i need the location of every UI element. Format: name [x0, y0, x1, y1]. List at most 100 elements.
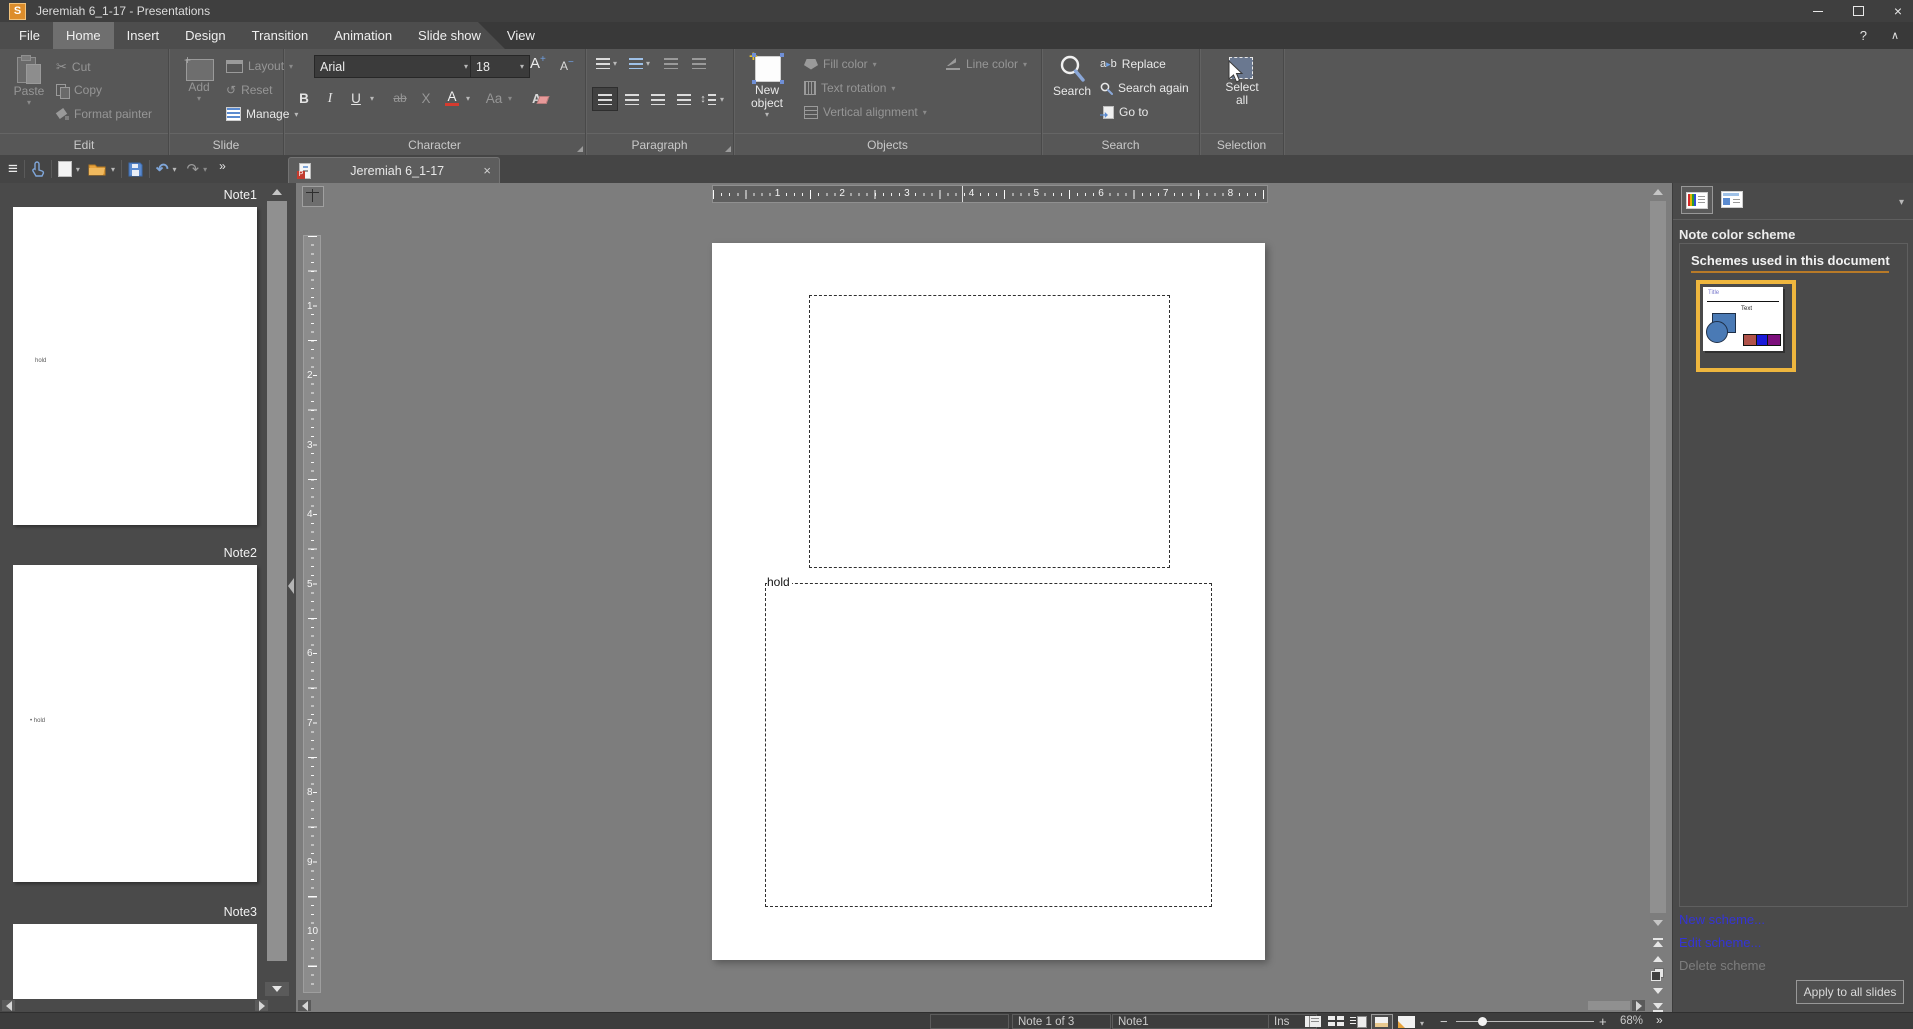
thumbnail-scroll-down-button[interactable] [265, 982, 289, 996]
undo-dropdown[interactable]: ▾ [173, 165, 177, 174]
go-to-button[interactable]: Go to [1100, 105, 1148, 119]
ruler-origin-box[interactable] [302, 186, 324, 207]
zoom-slider-track[interactable] [1456, 1021, 1594, 1022]
apply-to-all-slides-button[interactable]: Apply to all slides [1796, 980, 1904, 1004]
cut-button[interactable]: ✂ Cut [56, 59, 91, 75]
text-rotation-button[interactable]: Text rotation ▾ [804, 81, 895, 95]
increase-indent-icon[interactable] [664, 58, 678, 69]
redo-dropdown[interactable]: ▾ [203, 165, 207, 174]
bold-button[interactable]: B [292, 87, 316, 109]
strikethrough-button[interactable]: ab [388, 87, 412, 109]
reset-button[interactable]: ↺ Reset [226, 83, 272, 97]
undo-button[interactable]: ↶ [156, 160, 169, 178]
add-slide-dropdown[interactable]: ▾ [197, 94, 201, 103]
vertical-alignment-button[interactable]: Vertical alignment ▾ [804, 105, 927, 119]
change-case-dropdown[interactable]: ▾ [508, 94, 512, 103]
font-color-button[interactable]: A [440, 87, 464, 109]
underline-button[interactable]: U [344, 87, 368, 109]
menu-item-transition[interactable]: Transition [239, 22, 322, 49]
slide-sorter-view-button[interactable] [1328, 1016, 1344, 1027]
add-slide-button[interactable]: + Add ▾ [179, 55, 219, 103]
zoom-slider-handle[interactable] [1478, 1017, 1487, 1026]
clear-formatting-button[interactable]: X [414, 87, 438, 109]
slide-page[interactable]: hold [712, 243, 1265, 960]
paragraph-dialog-launcher[interactable] [725, 146, 731, 152]
menu-item-insert[interactable]: Insert [114, 22, 173, 49]
slide-text[interactable]: hold [767, 576, 792, 589]
color-scheme-tab-button[interactable] [1681, 186, 1713, 214]
edit-scheme-link[interactable]: Edit scheme... [1679, 935, 1761, 950]
thumbnail-note2[interactable]: • hold [13, 565, 257, 882]
thumbnail-scroll-up-button[interactable] [265, 185, 289, 198]
reset-formatting-button[interactable]: A [528, 87, 552, 109]
change-case-button[interactable]: Aa [482, 87, 506, 109]
thumbnail-hscroll-left-button[interactable] [2, 1000, 15, 1011]
layout-button[interactable]: Layout ▾ [226, 59, 293, 73]
layout-tab-button[interactable] [1717, 186, 1747, 212]
numbered-list-dropdown[interactable]: ▾ [646, 59, 650, 68]
horizontal-ruler[interactable]: 12345678 [712, 185, 1268, 203]
outline-view-button[interactable] [1350, 1016, 1367, 1027]
paste-button[interactable]: Paste ▾ [8, 55, 50, 107]
save-button[interactable] [128, 162, 143, 177]
first-slide-button[interactable] [1648, 935, 1668, 949]
maximize-button[interactable] [1851, 4, 1865, 18]
thumbnail-hscroll-right-button[interactable] [255, 1000, 268, 1011]
thumbnail-note1[interactable]: hold [13, 207, 257, 525]
new-document-dropdown[interactable]: ▾ [76, 165, 80, 174]
zoom-percentage[interactable]: 68% [1620, 1015, 1643, 1027]
next-slide-button[interactable] [1648, 984, 1668, 997]
canvas-scroll-up-button[interactable] [1648, 185, 1668, 198]
replace-button[interactable]: a▸b Replace [1100, 57, 1166, 71]
search-again-button[interactable]: Search again [1100, 81, 1189, 95]
numbered-list-icon[interactable] [629, 58, 643, 69]
decrease-indent-icon[interactable] [692, 58, 706, 69]
menu-item-animation[interactable]: Animation [321, 22, 405, 49]
search-button[interactable]: Search [1050, 55, 1094, 98]
image-placeholder[interactable] [809, 295, 1170, 568]
zoom-in-button[interactable]: + [1599, 1014, 1607, 1029]
menu-item-design[interactable]: Design [172, 22, 238, 49]
statusbar-overflow-button[interactable]: » [1656, 1013, 1663, 1027]
previous-slide-button[interactable] [1648, 952, 1668, 965]
paste-dropdown[interactable]: ▾ [27, 98, 31, 107]
vertical-ruler[interactable]: 12345678910 [303, 235, 321, 993]
open-file-dropdown[interactable]: ▾ [111, 165, 115, 174]
character-dialog-launcher[interactable] [577, 146, 583, 152]
canvas-scroll-down-button[interactable] [1648, 916, 1668, 929]
slideshow-view-dropdown[interactable]: ▾ [1420, 1019, 1424, 1028]
new-object-button[interactable]: + New object ▾ [742, 52, 792, 119]
hamburger-menu-button[interactable]: ≡ [8, 159, 18, 179]
panel-menu-dropdown[interactable]: ▾ [1899, 193, 1904, 208]
line-color-button[interactable]: Line color ▾ [946, 57, 1027, 71]
collapse-left-pane-arrow[interactable] [288, 578, 294, 594]
status-slide-name[interactable]: Note1 [1112, 1014, 1269, 1029]
thumbnail-scrollbar-thumb[interactable] [267, 201, 287, 961]
italic-button[interactable]: I [318, 87, 342, 109]
redo-button[interactable]: ↷ [187, 160, 200, 178]
underline-dropdown[interactable]: ▾ [370, 94, 374, 103]
menu-item-home[interactable]: Home [53, 22, 114, 49]
format-painter-button[interactable]: Format painter [56, 107, 152, 121]
fill-color-button[interactable]: Fill color ▾ [804, 57, 877, 71]
new-object-dropdown[interactable]: ▾ [765, 110, 769, 119]
document-tab-close-icon[interactable]: × [483, 163, 491, 178]
font-size-select[interactable]: 18 ▾ [470, 55, 530, 78]
help-button[interactable]: ? [1860, 28, 1867, 43]
document-tab[interactable]: P Jeremiah 6_1-17 × [288, 157, 500, 183]
qat-overflow-button[interactable]: » [219, 159, 226, 173]
copy-button[interactable]: Copy [56, 83, 102, 97]
align-right-button[interactable] [646, 88, 670, 110]
line-spacing-dropdown[interactable]: ▾ [720, 95, 724, 104]
thumbnail-note3[interactable] [13, 924, 257, 999]
shrink-font-button[interactable]: A− [560, 58, 574, 73]
align-center-button[interactable] [620, 88, 644, 110]
new-scheme-link[interactable]: New scheme... [1679, 912, 1765, 927]
canvas-hscroll-left-button[interactable] [298, 1000, 311, 1011]
touch-mode-button[interactable] [31, 161, 45, 178]
go-to-slide-button[interactable] [1651, 968, 1665, 980]
slideshow-view-button[interactable] [1398, 1016, 1415, 1028]
canvas-hscrollbar-thumb[interactable] [1588, 1001, 1630, 1010]
bullet-list-dropdown[interactable]: ▾ [613, 59, 617, 68]
open-file-button[interactable] [88, 162, 107, 177]
